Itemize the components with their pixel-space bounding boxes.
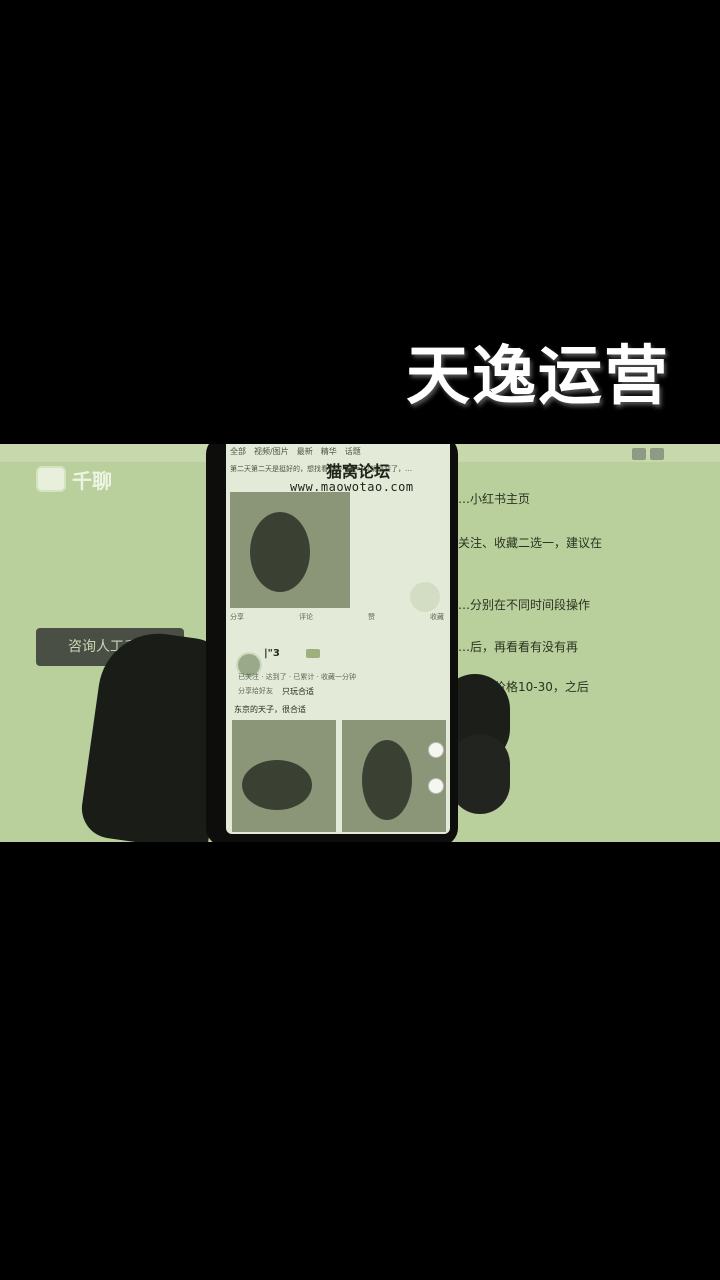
phone: 全部 视频/图片 最新 精华 话题 第二天第二天是挺好的，想找看看能不能可以就是… xyxy=(206,444,458,842)
tab-video-image[interactable]: 视频/图片 xyxy=(254,446,289,460)
post-photo[interactable] xyxy=(230,492,350,608)
user-tag: 只玩合适 xyxy=(282,687,314,696)
brand: 千聊 xyxy=(36,464,112,494)
photo-subject xyxy=(242,760,312,810)
like-button[interactable]: 赞 xyxy=(368,612,375,626)
instruction-line: …小红书主页 xyxy=(458,492,531,506)
instruction-line: 关注、收藏二选一，建议在 xyxy=(458,536,603,550)
window-button[interactable] xyxy=(650,448,664,460)
overlay-title: 天逸运营 xyxy=(406,340,670,414)
post-caption: 东京的天子，很合适 xyxy=(234,705,306,714)
play-icon[interactable] xyxy=(428,778,444,794)
tab-all[interactable]: 全部 xyxy=(230,446,246,460)
comment-button[interactable]: 评论 xyxy=(299,612,313,626)
username[interactable]: |"3 xyxy=(264,648,280,659)
instruction-line: …分别在不同时间段操作 xyxy=(458,598,591,612)
photo-subject xyxy=(250,512,310,592)
post-photo[interactable] xyxy=(342,720,446,832)
instruction-line: …后，再看看有没有再 xyxy=(458,640,579,654)
user-meta-2: 分享给好友 xyxy=(238,687,273,695)
video-frame: 千聊 咨询人工千聊 …小红书主页 关注、收藏二选一，建议在 …分别在不同时间段操… xyxy=(0,444,720,842)
post-actions: 分享 评论 赞 收藏 xyxy=(230,612,444,626)
phone-screen: 全部 视频/图片 最新 精华 话题 第二天第二天是挺好的，想找看看能不能可以就是… xyxy=(226,444,450,834)
post-photo[interactable] xyxy=(232,720,336,832)
tab-latest[interactable]: 最新 xyxy=(297,446,313,460)
finger xyxy=(450,734,510,814)
window-button[interactable] xyxy=(632,448,646,460)
floating-button[interactable] xyxy=(410,582,440,612)
play-icon[interactable] xyxy=(428,742,444,758)
brand-name: 千聊 xyxy=(72,468,112,493)
brand-logo-icon xyxy=(36,466,66,492)
share-button[interactable]: 分享 xyxy=(230,612,244,626)
photo-subject xyxy=(362,740,412,820)
user-meta: 已关注 · 达到了 · 已累计 · 收藏一分钟 xyxy=(238,673,357,681)
user-badge xyxy=(306,649,320,658)
favorite-button[interactable]: 收藏 xyxy=(430,612,444,626)
watermark-title: 猫窝论坛 xyxy=(326,462,391,481)
